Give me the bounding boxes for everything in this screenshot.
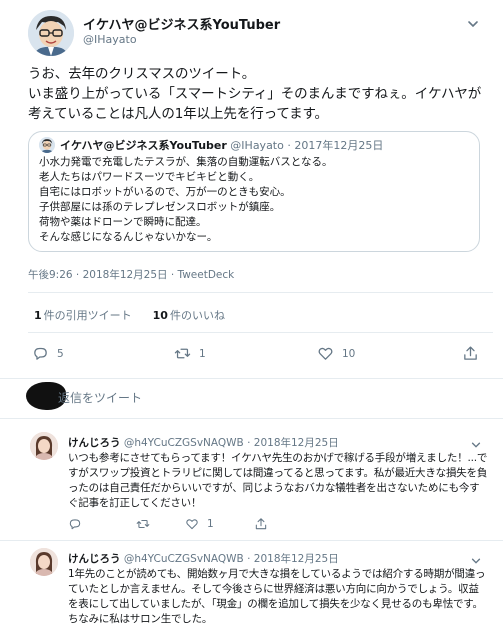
quote-stat[interactable]: 1 件の引用ツイート xyxy=(34,309,132,322)
reply-date[interactable]: 2018年12月25日 xyxy=(254,553,339,565)
avatar-photo xyxy=(30,432,58,460)
reply-icon xyxy=(69,519,81,530)
like-count: 1 xyxy=(207,518,214,530)
reply-input[interactable]: 返信をツイート xyxy=(58,389,142,406)
divider xyxy=(0,540,503,541)
reply-author-handle[interactable]: @h4YCuCZGSvNAQWB xyxy=(124,553,244,565)
like-icon xyxy=(318,347,333,360)
author-name[interactable]: イケハヤ@ビジネス系YouTuber xyxy=(83,14,280,33)
reply-text: 1年先のことが読めても、開始数ヶ月で大きな損をしているようでは紹介する時期が間違… xyxy=(68,568,486,625)
quote-date: 2017年12月25日 xyxy=(294,139,384,152)
like-icon xyxy=(186,519,198,530)
quote-author-name: イケハヤ@ビジネス系YouTuber xyxy=(60,139,227,152)
quote-text: 小水力発電で充電したテスラが、集落の自動運転バスとなる。 老人たちはパワードスー… xyxy=(39,156,333,243)
tweet-text: うお、去年のクリスマスのツイート。 いま盛り上がっている「スマートシティ」そのま… xyxy=(28,66,482,122)
quoted-tweet[interactable]: イケハヤ@ビジネス系YouTuber @IHayato · 2017年12月25… xyxy=(28,131,480,252)
avatar-illustration xyxy=(39,137,55,153)
reply-author-handle[interactable]: @h4YCuCZGSvNAQWB xyxy=(124,437,244,449)
quote-header: イケハヤ@ビジネス系YouTuber @IHayato · 2017年12月25… xyxy=(60,137,383,153)
reply-header: けんじろう @h4YCuCZGSvNAQWB · 2018年12月25日 xyxy=(68,435,339,450)
reply-text: いつも参考にさせてもらってます！イケハヤ先生のおかげで稼げる手段が増えました！.… xyxy=(68,452,488,509)
share-button[interactable] xyxy=(254,517,276,531)
tweet-timestamp[interactable]: 午後9:26 · 2018年12月25日 · TweetDeck xyxy=(28,267,234,282)
reply-header: けんじろう @h4YCuCZGSvNAQWB · 2018年12月25日 xyxy=(68,551,339,566)
share-button[interactable] xyxy=(462,345,487,362)
quote-author-handle: @IHayato xyxy=(230,139,284,152)
divider xyxy=(0,378,503,379)
reply-separator: · xyxy=(247,437,254,449)
quote-label: 件の引用ツイート xyxy=(43,309,132,322)
reply-separator: · xyxy=(247,553,254,565)
retweet-count: 1 xyxy=(199,347,206,360)
divider xyxy=(28,292,493,293)
author-avatar[interactable] xyxy=(28,10,74,56)
like-count: 10 xyxy=(342,347,356,360)
reply-avatar[interactable] xyxy=(30,548,58,576)
reply-button[interactable] xyxy=(68,517,90,531)
reply-author-name[interactable]: けんじろう xyxy=(68,553,121,565)
quote-author-avatar xyxy=(39,137,55,153)
like-label: 件のいいね xyxy=(169,309,225,322)
quote-count: 1 xyxy=(34,309,42,322)
retweet-icon xyxy=(174,348,191,359)
reply-icon xyxy=(34,347,47,360)
like-stat[interactable]: 10 件のいいね xyxy=(153,309,225,322)
share-icon xyxy=(464,346,477,360)
like-button[interactable]: 10 xyxy=(317,345,355,362)
divider xyxy=(28,332,493,333)
author-handle[interactable]: @IHayato xyxy=(83,33,137,46)
avatar-illustration xyxy=(28,10,74,56)
chevron-down-icon[interactable] xyxy=(470,436,482,448)
tweet-stats: 1 件の引用ツイート 10 件のいいね xyxy=(34,307,225,323)
retweet-button[interactable]: 1 xyxy=(174,345,206,362)
retweet-button[interactable] xyxy=(136,517,158,531)
retweet-icon xyxy=(136,519,150,529)
reply-avatar[interactable] xyxy=(30,432,58,460)
like-button[interactable]: 1 xyxy=(185,517,214,531)
avatar-photo xyxy=(30,548,58,576)
divider xyxy=(0,418,503,419)
reply-count: 5 xyxy=(57,347,64,360)
share-icon xyxy=(255,518,267,530)
reply-button[interactable]: 5 xyxy=(32,345,64,362)
like-count-stat: 10 xyxy=(152,309,168,322)
reply-date[interactable]: 2018年12月25日 xyxy=(254,437,339,449)
chevron-down-icon[interactable] xyxy=(466,16,480,30)
reply-author-name[interactable]: けんじろう xyxy=(68,437,121,449)
chevron-down-icon[interactable] xyxy=(470,552,482,564)
